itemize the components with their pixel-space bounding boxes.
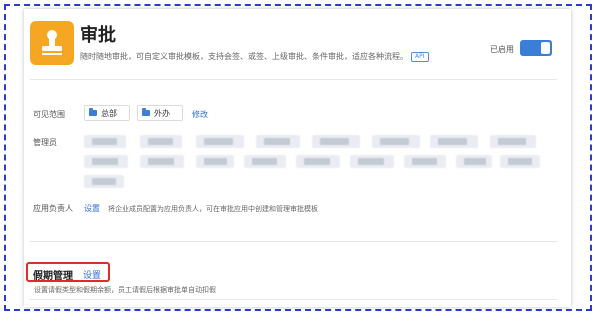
admin-chip[interactable]: [500, 155, 540, 168]
api-badge[interactable]: API: [411, 52, 429, 62]
admin-chip[interactable]: [404, 155, 446, 168]
toggle-knob: [541, 42, 550, 54]
enable-toggle[interactable]: [520, 40, 552, 56]
admin-chip[interactable]: [490, 135, 536, 148]
chip-label: 总部: [101, 108, 117, 118]
visibility-label: 可见范围: [33, 110, 65, 119]
admin-chip[interactable]: [430, 135, 478, 148]
admin-chip[interactable]: [350, 155, 394, 168]
admin-chip[interactable]: [84, 135, 126, 148]
admin-chip[interactable]: [256, 135, 300, 148]
admin-chip[interactable]: [312, 135, 360, 148]
holiday-title: 假期管理: [33, 271, 73, 282]
admins-label: 管理员: [33, 138, 57, 147]
app-title: 审批: [80, 25, 116, 46]
admin-chip[interactable]: [140, 135, 182, 148]
owner-label: 应用负责人: [33, 204, 73, 213]
section-divider: [30, 241, 557, 242]
admin-chip[interactable]: [456, 155, 492, 168]
owner-setting-link[interactable]: 设置: [84, 203, 100, 214]
admin-chip[interactable]: [244, 155, 286, 168]
person-stamp-icon: [30, 21, 74, 65]
holiday-setting-link[interactable]: 设置: [83, 268, 101, 281]
admin-chip[interactable]: [196, 155, 234, 168]
app-card: 审批 随时随地审批，可自定义审批模板，支持会签、或签、上级审批、条件审批，适应各…: [24, 9, 571, 307]
edit-visibility-link[interactable]: 修改: [192, 109, 208, 120]
folder-icon: [142, 108, 150, 116]
admin-chip[interactable]: [84, 175, 124, 188]
admin-chip[interactable]: [296, 155, 340, 168]
folder-icon: [89, 108, 97, 116]
chip-label: 外办: [154, 108, 170, 118]
admin-chip[interactable]: [140, 155, 184, 168]
header-divider: [30, 79, 557, 80]
holiday-description: 设置请假类型和假期余额，员工请假后根据审批单自动扣假: [34, 286, 216, 294]
bottom-divider: [30, 299, 557, 300]
admin-chip[interactable]: [196, 135, 244, 148]
admin-chip[interactable]: [84, 155, 128, 168]
visibility-chip-branch[interactable]: 外办: [137, 105, 183, 121]
owner-description: 将企业成员配置为应用负责人，可在审批应用中创建和管理审批模板: [108, 205, 318, 213]
status-label: 已启用: [490, 45, 514, 54]
app-description: 随时随地审批，可自定义审批模板，支持会签、或签、上级审批、条件审批，适应各种流程…: [80, 51, 429, 62]
visibility-chip-hq[interactable]: 总部: [84, 105, 130, 121]
app-description-text: 随时随地审批，可自定义审批模板，支持会签、或签、上级审批、条件审批，适应各种流程…: [80, 52, 408, 61]
admin-chip[interactable]: [372, 135, 420, 148]
